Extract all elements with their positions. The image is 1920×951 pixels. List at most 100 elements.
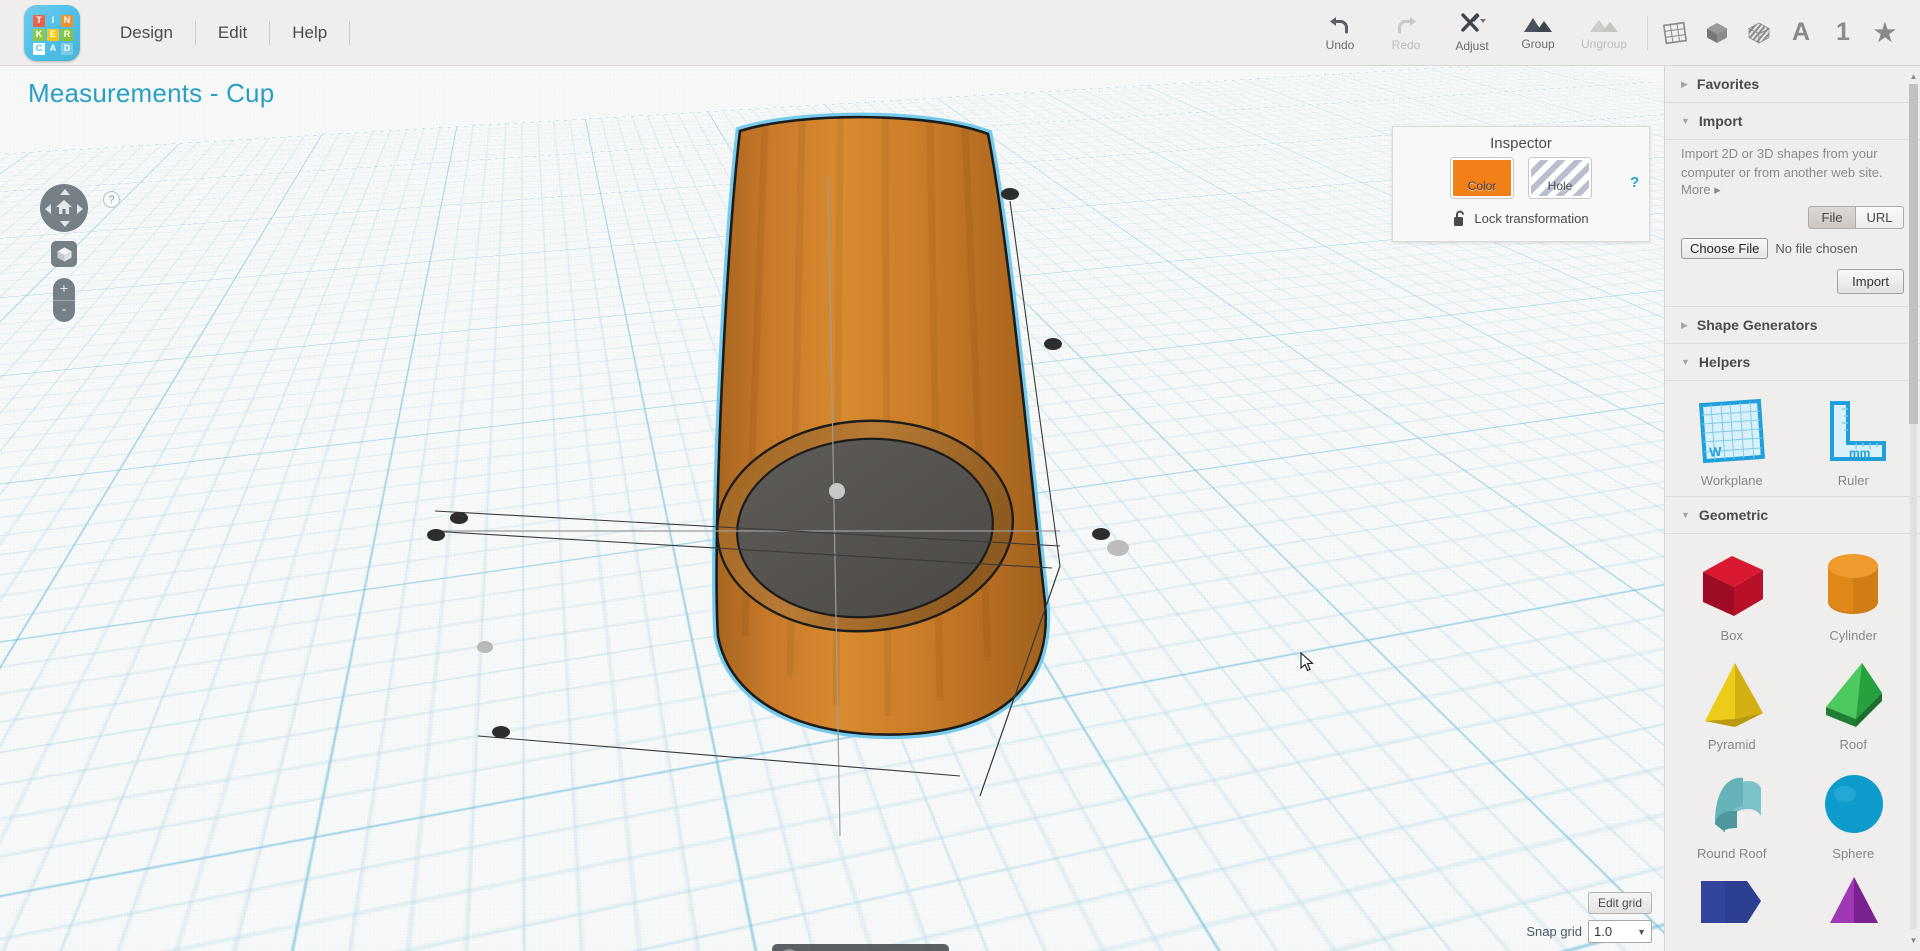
- shape-polygon[interactable]: [1671, 869, 1793, 929]
- chevron-right-icon: ▶: [1681, 78, 1688, 89]
- design-canvas[interactable]: Measurements - Cup + - ? Inspector Color…: [0, 66, 1664, 951]
- zoom-out-button[interactable]: -: [53, 300, 75, 322]
- dismiss-align-tool-button[interactable]: ✕ Dismiss Align Tool: [772, 944, 949, 951]
- sidebar-section-import[interactable]: ▼ Import: [1665, 103, 1920, 140]
- cylinder-shape-icon: [1828, 554, 1879, 614]
- page-title: Measurements - Cup: [28, 78, 275, 108]
- align-handle-bottom-left[interactable]: [492, 726, 510, 738]
- align-handle-left[interactable]: [427, 529, 445, 541]
- hole-cube-icon[interactable]: [1742, 13, 1776, 53]
- shape-cylinder[interactable]: Cylinder: [1793, 542, 1915, 647]
- cube-icon: [56, 246, 72, 262]
- shape-round-roof-label: Round Roof: [1697, 846, 1767, 861]
- view-orbit-pad[interactable]: [40, 184, 88, 232]
- import-button[interactable]: Import: [1837, 269, 1904, 294]
- ungroup-button[interactable]: Ungroup: [1571, 4, 1637, 62]
- shape-cone[interactable]: [1793, 869, 1915, 929]
- align-handle-upper-right[interactable]: [1044, 338, 1062, 350]
- inspector-panel[interactable]: Inspector Color Hole Lock transformation: [1392, 126, 1650, 242]
- orbit-down-arrow-icon[interactable]: [60, 221, 70, 227]
- redo-button[interactable]: Redo: [1373, 4, 1439, 62]
- align-handle-center-left[interactable]: [477, 641, 493, 653]
- orbit-left-arrow-icon[interactable]: [45, 204, 51, 214]
- import-more-link[interactable]: More ▸: [1681, 182, 1904, 198]
- menu-item-design[interactable]: Design: [114, 20, 196, 45]
- shape-workplane[interactable]: W Workplane: [1671, 389, 1793, 492]
- cup-model[interactable]: [427, 112, 1180, 876]
- inspector-help-icon[interactable]: ?: [1630, 174, 1639, 191]
- scrollbar-thumb[interactable]: [1909, 84, 1918, 424]
- group-button[interactable]: Group: [1505, 4, 1571, 62]
- polygon-shape-icon: [1700, 881, 1761, 923]
- snap-grid-row: Snap grid 1.0 ▼: [1526, 920, 1652, 943]
- sphere-shape-icon: [1825, 775, 1884, 833]
- solid-cube-icon[interactable]: [1700, 13, 1734, 53]
- sidebar-collapse-button[interactable]: ❯: [1664, 454, 1665, 506]
- logo-gloss: [24, 4, 80, 61]
- helpers-shape-grid: W Workplane mm Ruler: [1665, 381, 1920, 492]
- favorites-star-icon[interactable]: ★: [1868, 13, 1902, 53]
- roof-shape-icon: [1826, 663, 1883, 727]
- align-handle-hovered[interactable]: [1107, 540, 1129, 556]
- shape-ruler[interactable]: mm Ruler: [1793, 389, 1915, 492]
- home-view-icon[interactable]: [55, 198, 73, 216]
- shape-sphere[interactable]: Sphere: [1793, 760, 1915, 865]
- import-section-body: Import 2D or 3D shapes from your compute…: [1665, 140, 1920, 306]
- menu-item-edit[interactable]: Edit: [196, 20, 271, 45]
- scroll-down-arrow-icon[interactable]: ▼: [1909, 936, 1918, 945]
- import-section-title: Import: [1698, 113, 1743, 129]
- import-source-url[interactable]: URL: [1856, 206, 1904, 229]
- geometric-shape-grid: Box Cylinder Pyramid Roof Round Roof Sph…: [1665, 534, 1920, 929]
- zoom-in-button[interactable]: +: [53, 278, 75, 300]
- chevron-down-icon: ▼: [1681, 510, 1690, 520]
- number-tool-icon[interactable]: 1: [1826, 13, 1860, 53]
- round-roof-shape-icon: [1714, 777, 1761, 832]
- no-file-chosen-label: No file chosen: [1775, 241, 1858, 256]
- sidebar-section-geometric[interactable]: ▼ Geometric: [1665, 496, 1920, 534]
- right-sidebar: ❯ ▶ Favorites ▼ Import Import 2D or 3D s…: [1664, 66, 1920, 951]
- shape-roof-label: Roof: [1839, 737, 1867, 752]
- chevron-right-icon: ▶: [1681, 319, 1688, 330]
- box-shape-icon: [1702, 556, 1763, 616]
- align-handle-right[interactable]: [1092, 528, 1110, 540]
- text-tool-icon[interactable]: A: [1784, 13, 1818, 53]
- canvas-help-badge[interactable]: ?: [103, 191, 120, 208]
- import-source-file[interactable]: File: [1808, 206, 1856, 229]
- toolbar-actions: Undo Redo Adjust Group Ungroup A 1 ★: [1307, 0, 1920, 66]
- sidebar-scrollbar[interactable]: ▲ ▼: [1908, 70, 1918, 947]
- sidebar-section-shape-generators[interactable]: ▶ Shape Generators: [1665, 306, 1920, 344]
- snap-grid-select[interactable]: 1.0 ▼: [1588, 920, 1652, 943]
- group-icon: [1524, 18, 1552, 32]
- orbit-up-arrow-icon[interactable]: [60, 189, 70, 195]
- color-swatch-button[interactable]: Color: [1451, 158, 1513, 198]
- sidebar-section-favorites[interactable]: ▶ Favorites: [1665, 66, 1920, 103]
- align-handle-left-upper[interactable]: [450, 512, 468, 524]
- adjust-button[interactable]: Adjust: [1439, 4, 1505, 62]
- choose-file-button[interactable]: Choose File: [1681, 238, 1769, 259]
- orbit-right-arrow-icon[interactable]: [77, 204, 83, 214]
- edit-grid-button[interactable]: Edit grid: [1587, 892, 1652, 914]
- align-tool-handles[interactable]: [427, 116, 1180, 876]
- lock-transformation-row[interactable]: Lock transformation: [1393, 210, 1649, 227]
- geometric-section-title: Geometric: [1698, 507, 1769, 523]
- workplane-icon[interactable]: [1658, 13, 1692, 53]
- align-handle-top[interactable]: [1001, 188, 1019, 200]
- chevron-down-icon: ▼: [1637, 926, 1646, 937]
- shape-pyramid[interactable]: Pyramid: [1671, 651, 1793, 756]
- sidebar-section-helpers[interactable]: ▼ Helpers: [1665, 344, 1920, 381]
- menu-item-help[interactable]: Help: [270, 20, 351, 45]
- scroll-up-arrow-icon[interactable]: ▲: [1909, 72, 1918, 81]
- shape-category-icons: A 1 ★: [1658, 13, 1920, 53]
- unlocked-padlock-icon[interactable]: [1453, 210, 1467, 227]
- shape-round-roof[interactable]: Round Roof: [1671, 760, 1793, 865]
- align-handle-center-top[interactable]: [829, 483, 845, 499]
- undo-button[interactable]: Undo: [1307, 4, 1373, 62]
- import-description: Import 2D or 3D shapes from your compute…: [1681, 146, 1883, 180]
- shape-roof[interactable]: Roof: [1793, 651, 1915, 756]
- shape-sphere-label: Sphere: [1832, 846, 1875, 861]
- shape-box[interactable]: Box: [1671, 542, 1793, 647]
- hole-swatch-button[interactable]: Hole: [1529, 158, 1591, 198]
- tinkercad-logo[interactable]: TINKERCAD: [24, 4, 80, 61]
- chevron-down-icon: ▼: [1681, 357, 1690, 367]
- fit-to-view-button[interactable]: [51, 241, 77, 267]
